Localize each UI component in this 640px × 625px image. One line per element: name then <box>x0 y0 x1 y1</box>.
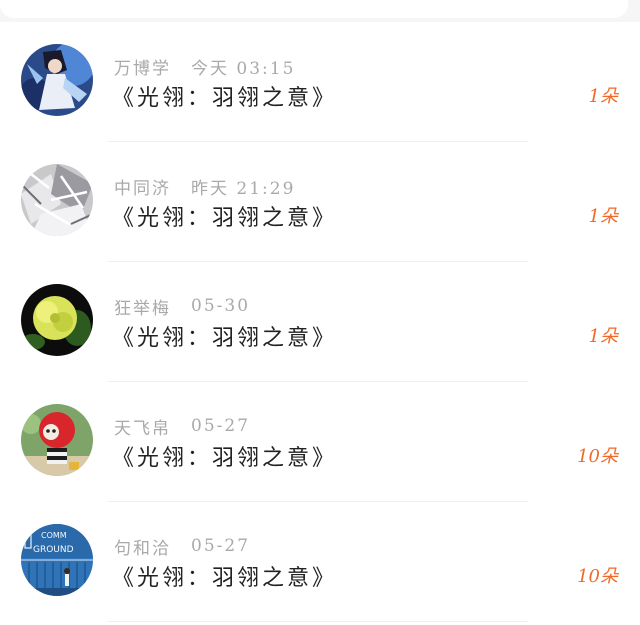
list-item[interactable]: 天飞帛 05-27 《光翎：羽翎之意》 10朵 <box>0 382 640 502</box>
gift-title: 《光翎：羽翎之意》 <box>112 206 338 231</box>
list-item[interactable]: COMM GROUND 句和洽 05-27 《光翎：羽翎之意》 10朵 <box>0 502 640 622</box>
item-meta: 狂举梅 05-30 <box>114 294 251 319</box>
user-name: 中同济 <box>114 178 171 199</box>
gift-count: 1朵 <box>588 206 618 227</box>
avatar[interactable] <box>21 44 93 116</box>
timestamp: 05-27 <box>191 536 251 556</box>
timestamp: 05-30 <box>191 296 251 316</box>
container-ground-avatar-icon: COMM GROUND <box>21 524 93 596</box>
avatar[interactable] <box>21 284 93 356</box>
gift-count: 1朵 <box>588 326 618 347</box>
timestamp: 05-27 <box>191 416 251 436</box>
list-item[interactable]: 万博学 今天 03:15 《光翎：羽翎之意》 1朵 <box>0 22 640 142</box>
item-meta: 天飞帛 05-27 <box>114 414 251 439</box>
item-meta: 句和洽 05-27 <box>114 534 251 559</box>
list-item[interactable]: 狂举梅 05-30 《光翎：羽翎之意》 1朵 <box>0 262 640 382</box>
item-meta: 中同济 昨天 21:29 <box>114 174 296 199</box>
avatar[interactable] <box>21 404 93 476</box>
user-name: 万博学 <box>114 58 171 79</box>
gift-count: 1朵 <box>588 86 618 107</box>
timestamp: 今天 03:15 <box>191 58 296 79</box>
user-name: 狂举梅 <box>114 298 171 319</box>
top-card <box>0 0 628 18</box>
gift-title: 《光翎：羽翎之意》 <box>112 446 338 471</box>
divider <box>108 621 528 622</box>
gift-title: 《光翎：羽翎之意》 <box>112 326 338 351</box>
red-doll-avatar-icon <box>21 404 93 476</box>
timestamp: 昨天 21:29 <box>191 178 296 199</box>
gift-title: 《光翎：羽翎之意》 <box>112 566 338 591</box>
item-meta: 万博学 今天 03:15 <box>114 54 296 79</box>
user-name: 天飞帛 <box>114 418 171 439</box>
anime-character-avatar-icon <box>21 44 93 116</box>
ice-crystal-avatar-icon <box>21 164 93 236</box>
yellow-flower-avatar-icon <box>21 284 93 356</box>
gift-count: 10朵 <box>577 446 618 467</box>
gift-list: 万博学 今天 03:15 《光翎：羽翎之意》 1朵 中同济 昨天 21:29 《… <box>0 22 640 622</box>
gift-count: 10朵 <box>577 566 618 587</box>
avatar-text-line1: COMM <box>41 531 67 540</box>
top-strip <box>0 0 640 22</box>
gift-title: 《光翎：羽翎之意》 <box>112 86 338 111</box>
user-name: 句和洽 <box>114 538 171 559</box>
avatar-text-line2: GROUND <box>33 545 74 555</box>
list-item[interactable]: 中同济 昨天 21:29 《光翎：羽翎之意》 1朵 <box>0 142 640 262</box>
avatar[interactable]: COMM GROUND <box>21 524 93 596</box>
avatar[interactable] <box>21 164 93 236</box>
